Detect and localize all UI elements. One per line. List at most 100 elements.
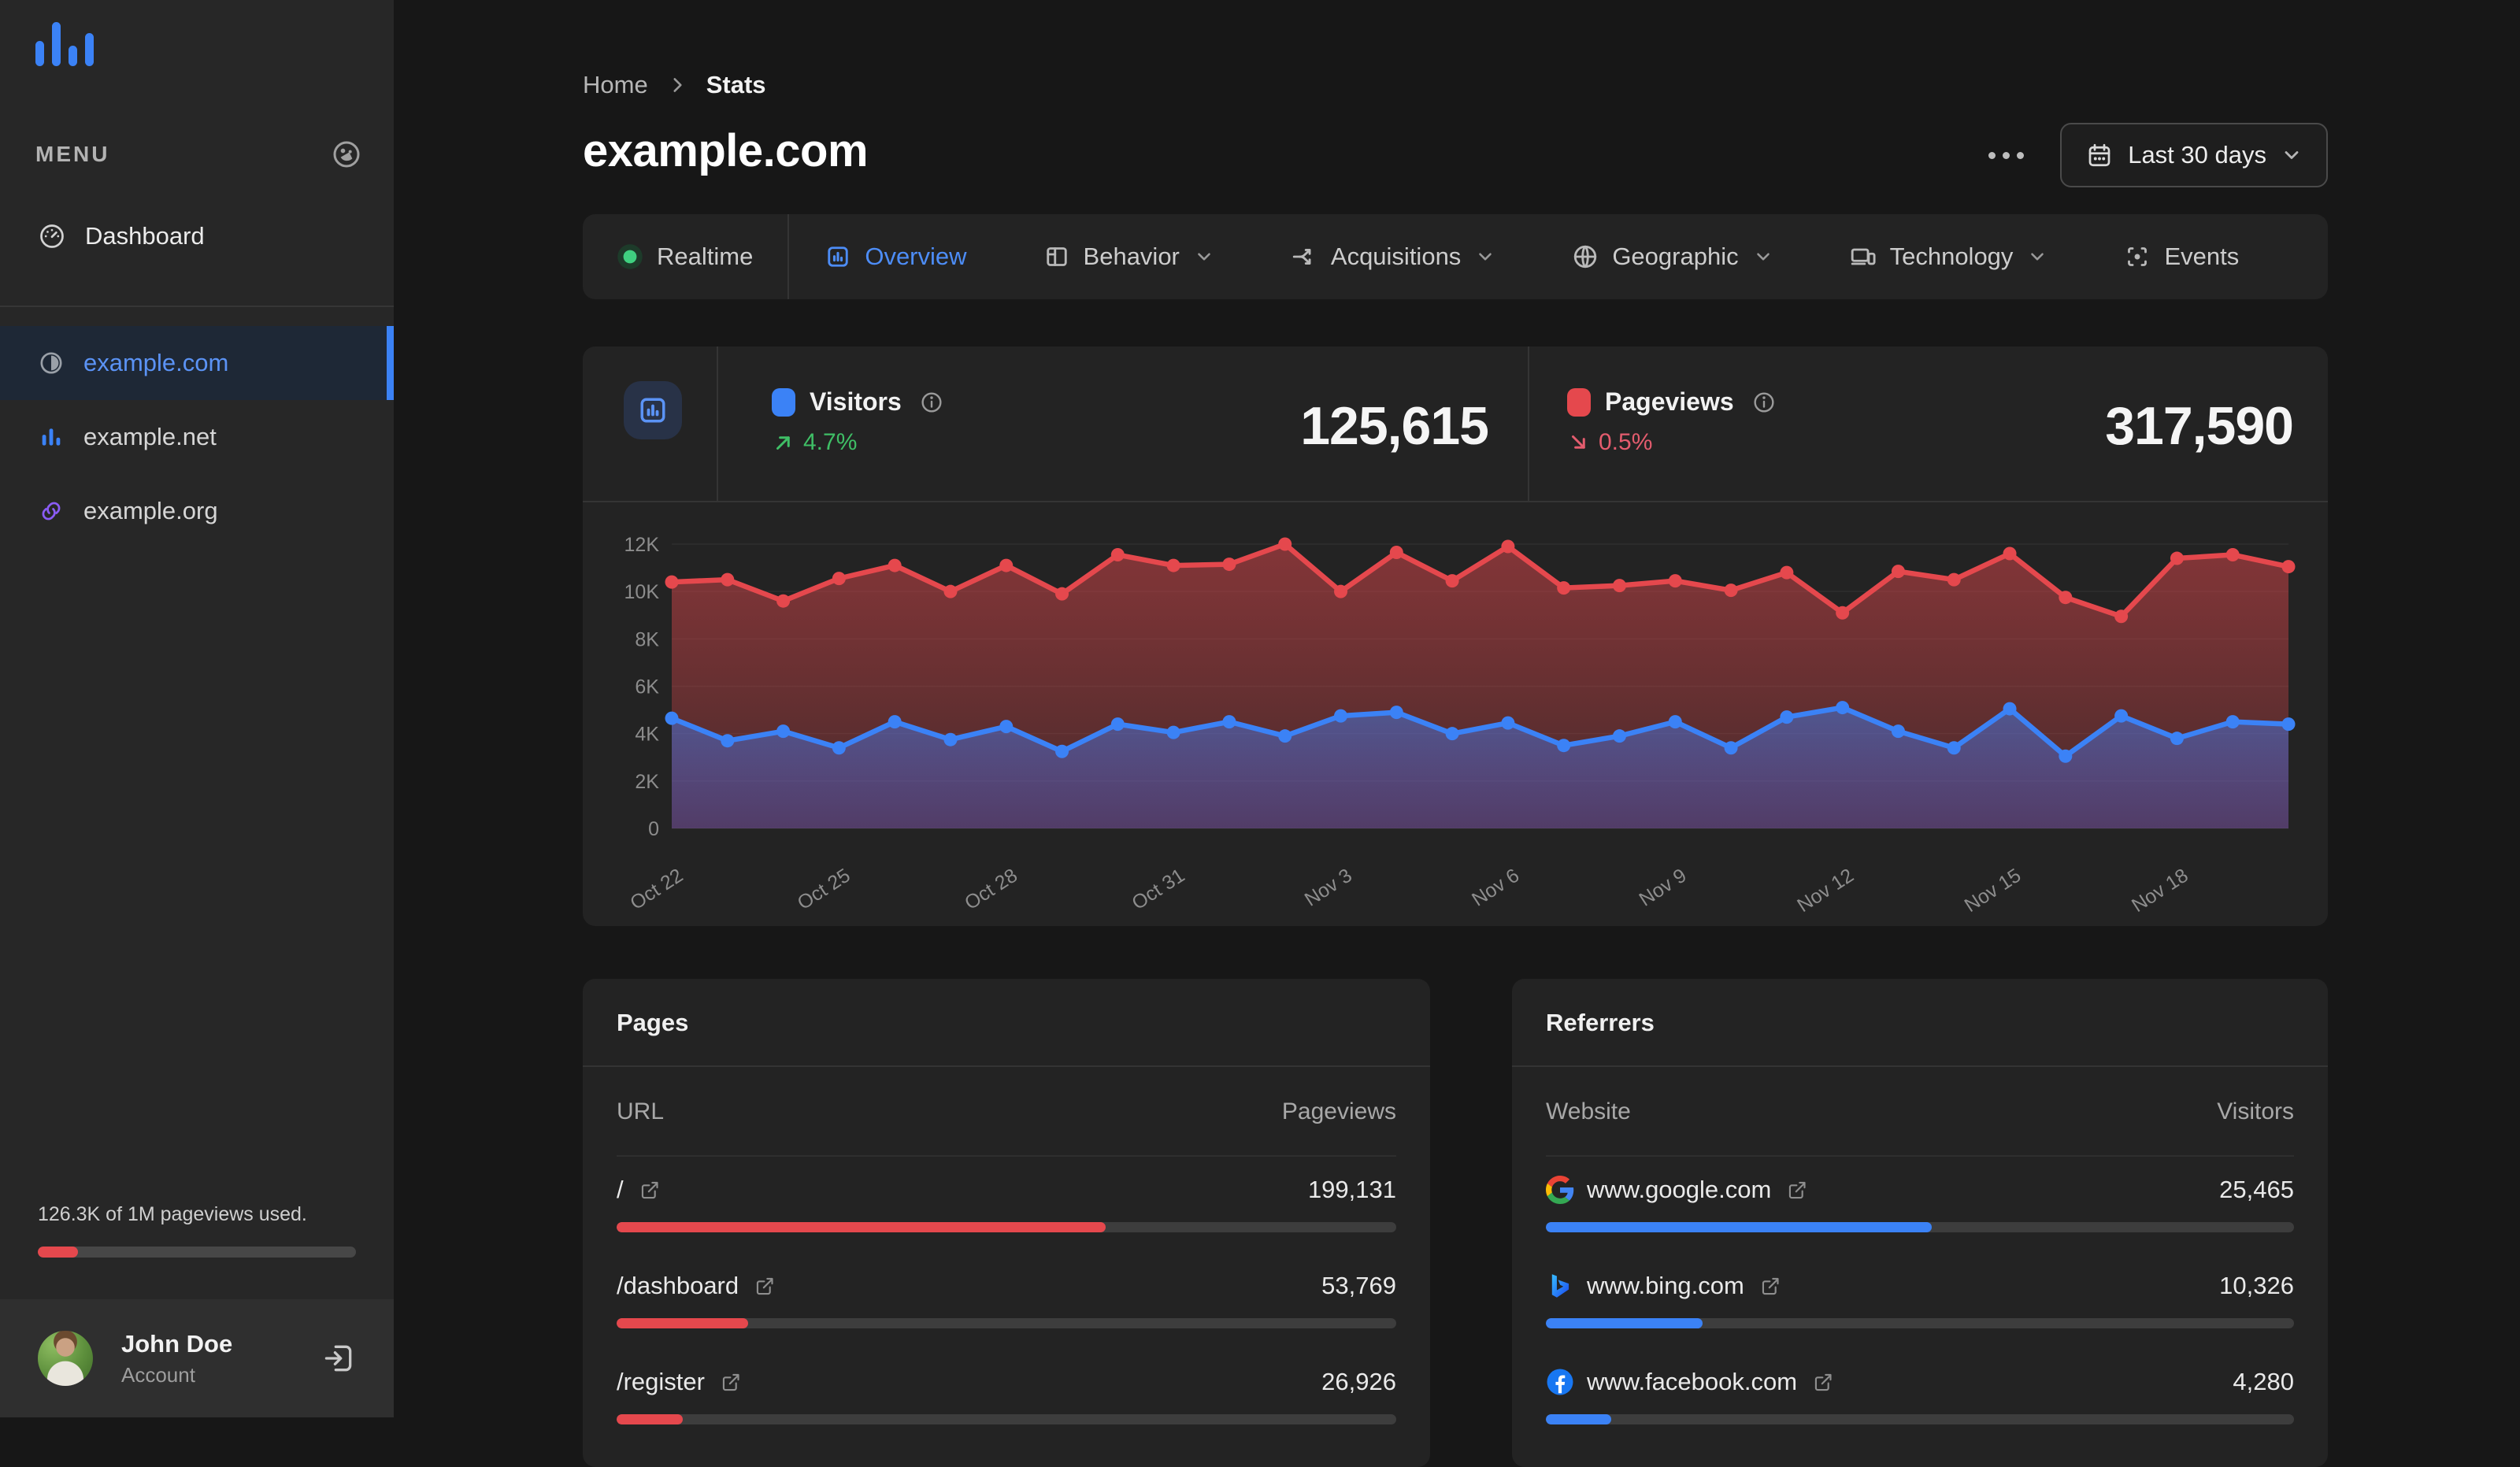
sidebar: MENU Dashboard example.com example.net exa… [0,0,394,1417]
column-header-url: URL [617,1098,665,1124]
progress-track [617,1414,1396,1424]
chevron-down-icon [1753,246,1773,267]
info-icon[interactable] [919,390,944,415]
logo-bar [35,41,44,66]
sidebar-item-example.com[interactable]: example.com [0,326,394,400]
link-icon [38,498,65,524]
chevron-right-icon [667,75,687,95]
column-header-website: Website [1546,1098,1631,1124]
more-options-button[interactable] [1981,144,2032,167]
divider [1546,1155,2294,1157]
header-actions: Last 30 days [1981,123,2328,187]
avatar[interactable] [38,1331,93,1386]
tab-bar: Realtime Overview Behavior Acquisitions Geog… [583,214,2328,299]
svg-text:10K: 10K [624,581,660,603]
acquisitions-icon [1290,243,1318,271]
google-favicon [1546,1176,1574,1204]
behavior-icon [1043,243,1071,271]
stat-visitors: Visitors 4.7% [772,387,944,456]
external-link-icon[interactable] [1760,1276,1781,1297]
page-row-main: /dashboard 53,769 [617,1268,1396,1304]
page-row[interactable]: / 199,131 [617,1172,1396,1268]
svg-text:6K: 6K [635,676,659,698]
svg-text:8K: 8K [635,628,659,650]
usage-meter: 126.3K of 1M pageviews used. [38,1203,356,1258]
tab-behavior[interactable]: Behavior [1043,243,1214,271]
tab-geographic[interactable]: Geographic [1571,243,1773,271]
external-link-icon[interactable] [754,1276,776,1297]
progress-fill [1546,1414,1611,1424]
stats-divider [717,346,718,501]
usage-progress-track [38,1247,356,1258]
referrer-row[interactable]: www.google.com 25,465 [1546,1172,2294,1268]
chart-type-chip[interactable] [624,381,682,439]
site-label: example.net [83,423,217,450]
external-link-icon[interactable] [1787,1180,1808,1201]
theme-icon[interactable] [331,139,362,170]
events-icon [2123,243,2151,271]
pages-card-title: Pages [617,1009,689,1036]
svg-text:Nov 15: Nov 15 [1961,865,2025,917]
referrers-card-title: Referrers [1546,1009,1655,1036]
page-row[interactable]: /dashboard 53,769 [617,1268,1396,1364]
page-row-main: /register 26,926 [617,1364,1396,1400]
tab-realtime[interactable]: Realtime [616,243,753,271]
ellipsis-dot [2017,151,2025,159]
divider [617,1155,1396,1157]
page-label: / [617,1176,624,1203]
arrow-up-right-icon [776,436,790,450]
logo-bar [52,22,61,66]
page-row-label-group: / [617,1176,661,1204]
svg-text:12K: 12K [624,534,660,556]
tab-acquisitions[interactable]: Acquisitions [1290,243,1495,271]
pageviews-swatch [1567,387,1591,417]
referrer-row-label-group: www.bing.com [1546,1272,1781,1300]
date-range-button[interactable]: Last 30 days [2060,123,2328,187]
external-link-icon[interactable] [1813,1372,1834,1393]
info-icon[interactable] [1751,390,1777,415]
progress-fill [1546,1222,1933,1232]
page-row-main: / 199,131 [617,1172,1396,1208]
svg-text:Nov 6: Nov 6 [1468,865,1523,911]
chevron-down-icon [1194,246,1214,267]
user-name: John Doe [121,1329,233,1358]
progress-track [1546,1318,2294,1328]
visitors-pageviews-chart[interactable]: 0 2K 4K 6K 8K 10K 12K Oct 22 Oct 25 Oct 28 Oct 31 N… [583,520,2328,923]
referrer-row-main: www.facebook.com 4,280 [1546,1364,2294,1400]
external-link-icon[interactable] [721,1372,742,1393]
logout-icon[interactable] [321,1341,356,1376]
user-strip[interactable]: John Doe Account [0,1299,394,1417]
sidebar-item-dashboard[interactable]: Dashboard [0,203,394,269]
progress-track [617,1318,1396,1328]
bar-chart-square-icon [636,393,670,428]
logo-bar [69,46,77,66]
referrer-value: 25,465 [2219,1176,2294,1203]
referrer-row[interactable]: www.bing.com 10,326 [1546,1268,2294,1364]
usage-progress-fill [38,1247,78,1258]
sidebar-item-example.org[interactable]: example.org [0,474,394,548]
page-row[interactable]: /register 26,926 [617,1364,1396,1460]
tab-events[interactable]: Events [2123,243,2239,271]
svg-text:Nov 12: Nov 12 [1793,865,1858,917]
bing-favicon [1546,1272,1574,1300]
sidebar-item-label: Dashboard [85,222,205,250]
date-range-label: Last 30 days [2128,141,2266,169]
pages-card: Pages URL Pageviews / 199,131/dashboard 53… [583,979,1430,1467]
sidebar-item-example.net[interactable]: example.net [0,400,394,474]
tab-overview[interactable]: Overview [824,243,967,271]
svg-text:Nov 3: Nov 3 [1301,865,1356,911]
external-link-icon[interactable] [639,1180,661,1201]
breadcrumb-stats: Stats [706,71,766,98]
breadcrumb-home[interactable]: Home [583,71,648,99]
visitors-delta: 4.7% [772,429,944,456]
tab-label: Technology [1889,243,2014,270]
tab-technology[interactable]: Technology [1849,243,2048,271]
referrer-value: 10,326 [2219,1272,2294,1299]
progress-track [617,1222,1396,1232]
svg-text:4K: 4K [635,724,659,746]
svg-text:Nov 18: Nov 18 [2128,865,2192,917]
referrer-row[interactable]: www.facebook.com 4,280 [1546,1364,2294,1460]
usage-text: 126.3K of 1M pageviews used. [38,1203,307,1225]
pageviews-delta: 0.5% [1567,429,1777,456]
column-header-visitors: Visitors [2217,1098,2294,1124]
